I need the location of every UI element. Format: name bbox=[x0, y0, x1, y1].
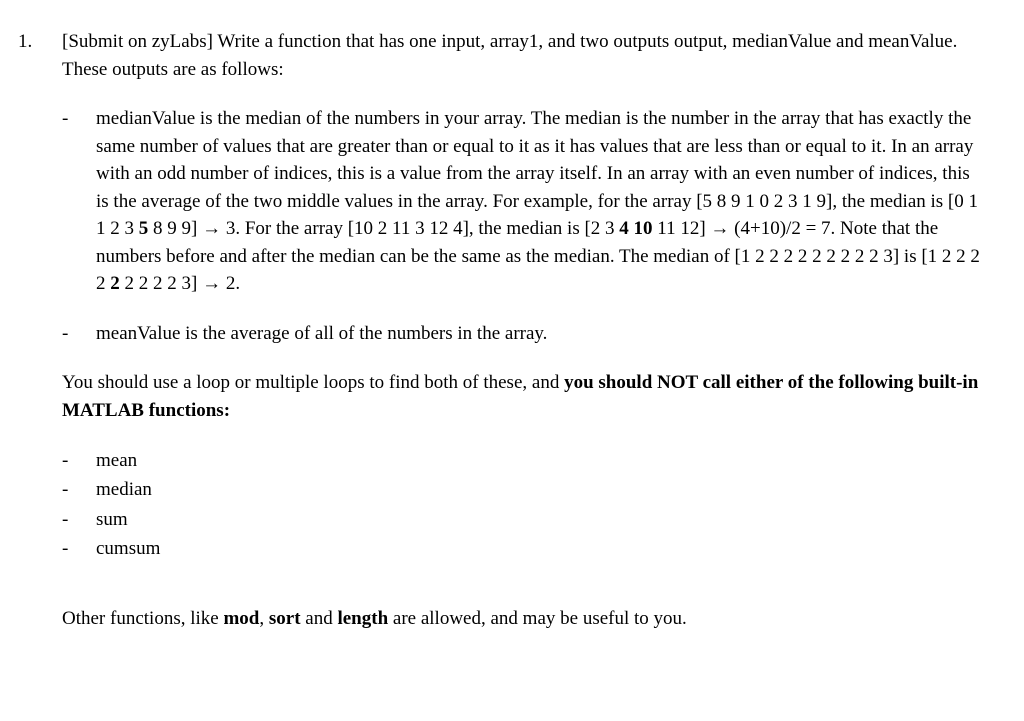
list-item: - meanValue is the average of all of the… bbox=[62, 320, 986, 348]
text-run: are allowed, and may be useful to you. bbox=[388, 608, 687, 629]
bullet-dash: - bbox=[62, 506, 96, 534]
bullet-dash: - bbox=[62, 447, 96, 475]
text-run: , bbox=[259, 608, 269, 629]
list-item: - median bbox=[62, 476, 986, 504]
description-list: - meanValue is the average of all of the… bbox=[62, 320, 986, 348]
question-number: 1. bbox=[18, 28, 62, 56]
list-item: - medianValue is the median of the numbe… bbox=[62, 105, 986, 298]
forbidden-item: sum bbox=[96, 506, 128, 534]
bold-run: sort bbox=[269, 608, 301, 629]
bullet-dash: - bbox=[62, 320, 96, 348]
list-item: - cumsum bbox=[62, 535, 986, 563]
forbidden-item: median bbox=[96, 476, 152, 504]
text-run: and bbox=[301, 608, 338, 629]
question-block: 1. [Submit on zyLabs] Write a function t… bbox=[18, 28, 986, 632]
bold-run: length bbox=[337, 608, 388, 629]
question-intro: [Submit on zyLabs] Write a function that… bbox=[62, 28, 986, 83]
description-list: - medianValue is the median of the numbe… bbox=[62, 105, 986, 298]
bold-run: 4 10 bbox=[619, 218, 652, 239]
list-item: - mean bbox=[62, 447, 986, 475]
forbidden-item: cumsum bbox=[96, 535, 160, 563]
bold-run: 2 bbox=[110, 273, 120, 294]
list-item: - sum bbox=[62, 506, 986, 534]
bullet-dash: - bbox=[62, 535, 96, 563]
bold-run: 5 bbox=[139, 218, 149, 239]
text-run: 2 2 2 2 3] → 2. bbox=[120, 273, 240, 294]
instruction-paragraph: You should use a loop or multiple loops … bbox=[62, 369, 986, 424]
forbidden-list: - mean - median - sum - cumsum bbox=[62, 447, 986, 563]
bullet-dash: - bbox=[62, 476, 96, 504]
text-run: 8 9 9] → 3. For the array [10 2 11 3 12 … bbox=[148, 218, 619, 239]
question-body: [Submit on zyLabs] Write a function that… bbox=[62, 28, 986, 632]
closing-paragraph: Other functions, like mod, sort and leng… bbox=[62, 605, 986, 633]
text-run: Other functions, like bbox=[62, 608, 223, 629]
median-description: medianValue is the median of the numbers… bbox=[96, 105, 986, 298]
text-run: You should use a loop or multiple loops … bbox=[62, 372, 564, 393]
forbidden-item: mean bbox=[96, 447, 137, 475]
mean-description: meanValue is the average of all of the n… bbox=[96, 320, 547, 348]
bold-run: mod bbox=[223, 608, 259, 629]
bullet-dash: - bbox=[62, 105, 96, 133]
